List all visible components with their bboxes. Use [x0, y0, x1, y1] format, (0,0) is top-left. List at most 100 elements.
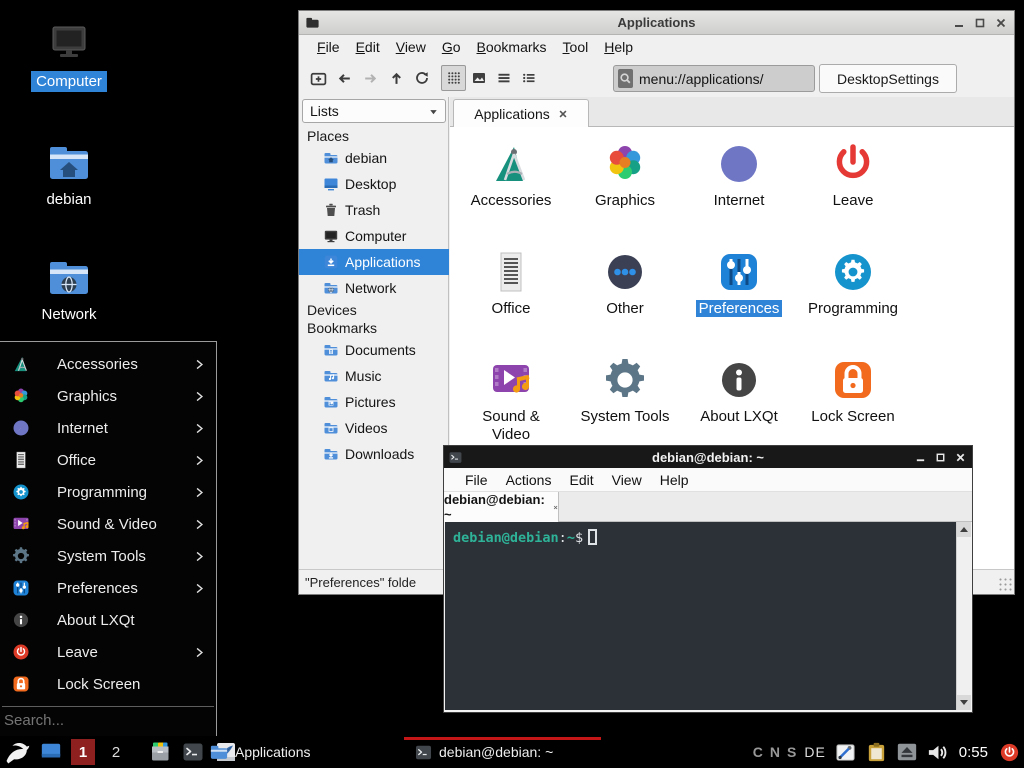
new-tab-button[interactable] [307, 65, 329, 91]
app-item-preferences[interactable]: Preferences [682, 248, 796, 318]
menu-go[interactable]: Go [434, 37, 469, 57]
tray-screenshot-icon[interactable] [834, 741, 857, 764]
forward-button[interactable] [359, 65, 381, 91]
resize-grip[interactable] [998, 577, 1012, 591]
tray-clipboard-icon[interactable] [865, 741, 888, 764]
menu-item-programming[interactable]: Programming [0, 476, 216, 508]
detailed-list-view-button[interactable] [491, 65, 516, 91]
app-item-accessories[interactable]: Accessories [454, 140, 568, 210]
volume-icon[interactable] [926, 741, 949, 764]
workspace-2-button[interactable]: 2 [104, 739, 128, 765]
sidebar-item-music[interactable]: Music [299, 363, 449, 389]
sidebar-mode-select[interactable]: Lists [302, 99, 446, 123]
address-input[interactable] [639, 71, 820, 87]
main-menu-button[interactable] [4, 739, 31, 766]
menu-item-system-tools[interactable]: System Tools [0, 540, 216, 572]
menu-item-internet[interactable]: Internet [0, 412, 216, 444]
minimize-button[interactable] [952, 16, 966, 30]
icon-view-button[interactable] [441, 65, 466, 91]
terminal-scrollbar[interactable] [956, 522, 971, 710]
app-item-office[interactable]: Office [454, 248, 568, 318]
menu-item-accessories[interactable]: Accessories [0, 348, 216, 380]
menu-edit[interactable]: Edit [560, 470, 602, 490]
lock-screen-icon [829, 356, 877, 404]
desktop-settings-button[interactable]: DesktopSettings [819, 64, 957, 93]
desktop-icon-network[interactable]: Network [19, 253, 119, 325]
tab-close-icon[interactable] [558, 109, 568, 119]
close-button[interactable] [953, 450, 967, 464]
close-button[interactable] [994, 16, 1008, 30]
sidebar-item-computer[interactable]: Computer [299, 223, 449, 249]
sidebar-item-desktop[interactable]: Desktop [299, 171, 449, 197]
sidebar-item-pictures[interactable]: Pictures [299, 389, 449, 415]
task-button-terminal[interactable]: debian@debian: ~ [404, 736, 601, 768]
app-item-other[interactable]: Other [568, 248, 682, 318]
menu-file[interactable]: File [309, 37, 348, 57]
menu-item-leave[interactable]: Leave [0, 636, 216, 668]
menu-edit[interactable]: Edit [348, 37, 388, 57]
app-item-sound-video[interactable]: Sound & Video [454, 356, 568, 444]
leave-button[interactable] [998, 741, 1021, 764]
scroll-up-button[interactable] [957, 522, 971, 537]
show-desktop-button[interactable] [40, 741, 62, 763]
terminal-screen[interactable]: debian@debian:~$ [445, 522, 956, 710]
menu-tool[interactable]: Tool [555, 37, 597, 57]
menu-bookmarks[interactable]: Bookmarks [469, 37, 555, 57]
tab-close-icon[interactable] [553, 503, 558, 512]
menu-item-about-lxqt[interactable]: About LXQt [0, 604, 216, 636]
maximize-button[interactable] [973, 16, 987, 30]
keyboard-layout-switcher[interactable]: DE [804, 744, 825, 760]
up-button[interactable] [385, 65, 407, 91]
thumbnail-view-button[interactable] [466, 65, 491, 91]
menu-view[interactable]: View [603, 470, 651, 490]
internet-icon [715, 140, 763, 188]
app-item-internet[interactable]: Internet [682, 140, 796, 210]
menu-actions[interactable]: Actions [497, 470, 561, 490]
app-item-about-lxqt[interactable]: About LXQt [682, 356, 796, 426]
back-button[interactable] [333, 65, 355, 91]
menu-file[interactable]: File [456, 470, 497, 490]
refresh-button[interactable] [411, 65, 433, 91]
sidebar-item-trash[interactable]: Trash [299, 197, 449, 223]
menu-item-graphics[interactable]: Graphics [0, 380, 216, 412]
clock[interactable]: 0:55 [959, 744, 988, 761]
sidebar-item-downloads[interactable]: Downloads [299, 441, 449, 467]
sidebar-item-debian[interactable]: debian [299, 145, 449, 171]
menu-item-lock-screen[interactable]: Lock Screen [0, 668, 216, 700]
menu-item-preferences[interactable]: Preferences [0, 572, 216, 604]
tab-applications[interactable]: Applications [453, 99, 589, 127]
app-item-programming[interactable]: Programming [796, 248, 910, 318]
sidebar-item-network[interactable]: Network [299, 275, 449, 301]
sidebar-header-places: Places [307, 127, 349, 145]
scroll-down-button[interactable] [957, 695, 971, 710]
quicklaunch-file-manager-icon[interactable] [148, 740, 172, 764]
task-button-applications[interactable]: Applications [209, 736, 395, 768]
sidebar-item-documents[interactable]: Documents [299, 337, 449, 363]
menu-help[interactable]: Help [651, 470, 698, 490]
fm-titlebar[interactable]: Applications [299, 11, 1014, 35]
app-item-system-tools[interactable]: System Tools [568, 356, 682, 426]
app-item-graphics[interactable]: Graphics [568, 140, 682, 210]
desktop-icon-debian[interactable]: debian [19, 138, 119, 210]
app-item-leave[interactable]: Leave [796, 140, 910, 210]
quicklaunch-terminal-icon[interactable] [181, 740, 205, 764]
menu-view[interactable]: View [388, 37, 434, 57]
system-tools-icon [601, 356, 649, 404]
menu-search-input[interactable] [4, 712, 204, 729]
minimize-button[interactable] [913, 450, 927, 464]
tray-removable-media-icon[interactable] [896, 741, 918, 763]
menu-item-office[interactable]: Office [0, 444, 216, 476]
internet-icon [11, 418, 31, 438]
menu-help[interactable]: Help [596, 37, 641, 57]
desktop-icon-computer[interactable]: Computer [19, 20, 119, 92]
terminal-tab[interactable]: debian@debian: ~ [444, 492, 559, 522]
menu-item-sound-video[interactable]: Sound & Video [0, 508, 216, 540]
sidebar-item-applications[interactable]: Applications [299, 249, 449, 275]
app-item-lock-screen[interactable]: Lock Screen [796, 356, 910, 426]
workspace-1-button[interactable]: 1 [71, 739, 95, 765]
address-bar[interactable] [613, 65, 815, 92]
compact-view-button[interactable] [516, 65, 541, 91]
maximize-button[interactable] [933, 450, 947, 464]
terminal-titlebar[interactable]: debian@debian: ~ [444, 446, 972, 468]
sidebar-item-videos[interactable]: Videos [299, 415, 449, 441]
